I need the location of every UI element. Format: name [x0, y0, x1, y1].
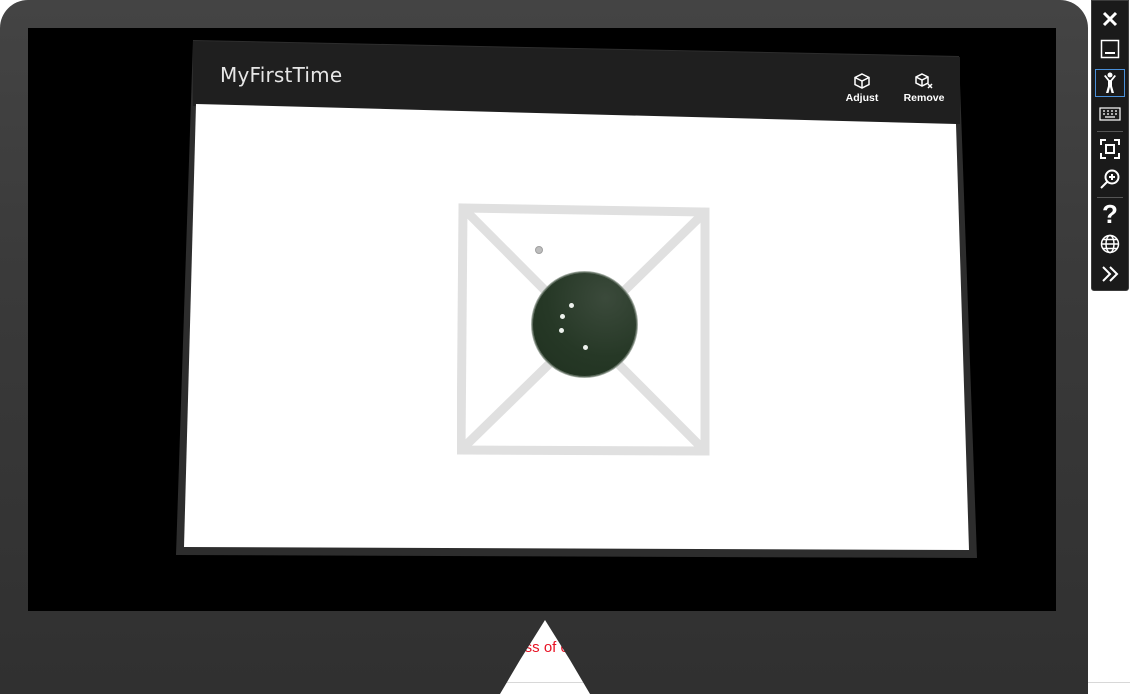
- sphere-spot: [569, 303, 574, 308]
- adjust-label: Adjust: [845, 92, 879, 104]
- zoom-icon: [1100, 169, 1120, 189]
- gaze-cursor: [535, 246, 543, 254]
- zoom-button[interactable]: [1095, 165, 1125, 193]
- remove-label: Remove: [903, 92, 945, 104]
- fit-screen-icon: [1100, 139, 1120, 159]
- globe-icon: [1100, 234, 1120, 254]
- hologram-sphere[interactable]: [531, 271, 638, 378]
- expand-icon: [1102, 266, 1119, 282]
- minimize-icon: [1100, 39, 1120, 59]
- sphere-spot: [560, 314, 565, 319]
- expand-button[interactable]: [1095, 260, 1125, 288]
- emulator-toolbar: ?: [1091, 0, 1129, 291]
- sphere-spot: [583, 345, 588, 350]
- keyboard-button[interactable]: [1095, 100, 1125, 128]
- minimize-button[interactable]: [1095, 35, 1125, 63]
- close-icon: [1102, 11, 1118, 27]
- help-button[interactable]: ?: [1095, 200, 1125, 228]
- close-button[interactable]: [1095, 5, 1125, 33]
- toolbar-divider: [1097, 131, 1123, 132]
- person-icon: [1104, 72, 1116, 93]
- fit-screen-button[interactable]: [1095, 135, 1125, 163]
- adjust-button[interactable]: Adjust: [838, 72, 886, 112]
- globe-button[interactable]: [1095, 230, 1125, 258]
- cube-remove-icon: [900, 72, 948, 92]
- sphere-spot: [559, 328, 564, 333]
- toolbar-divider: [1097, 197, 1123, 198]
- remove-button[interactable]: Remove: [900, 72, 948, 112]
- help-icon: ?: [1102, 199, 1118, 229]
- person-mode-button[interactable]: [1095, 69, 1125, 97]
- cube-icon: [838, 72, 886, 92]
- keyboard-icon: [1099, 107, 1121, 121]
- app-title: MyFirstTime: [220, 63, 343, 87]
